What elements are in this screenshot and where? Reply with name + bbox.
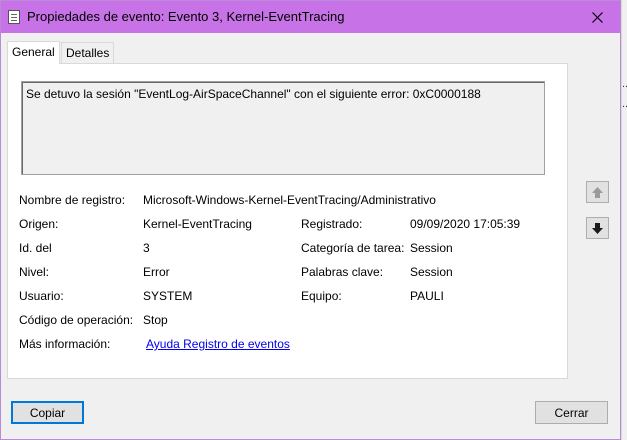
logged-value[interactable]: 09/09/2020 17:05:39 (410, 217, 520, 231)
source-value[interactable]: Kernel-EventTracing (143, 217, 252, 231)
opcode-label: Código de operación: (19, 313, 134, 327)
event-properties-dialog: Propiedades de evento: Evento 3, Kernel-… (0, 0, 621, 440)
level-label: Nivel: (19, 265, 50, 279)
next-event-button[interactable] (586, 217, 609, 239)
user-value[interactable]: SYSTEM (143, 289, 192, 303)
logged-label: Registrado: (301, 217, 363, 231)
event-document-icon (8, 10, 20, 24)
more-info-label: Más información: (19, 337, 111, 351)
task-category-label: Categoría de tarea: (301, 241, 405, 255)
background-window-edge (621, 0, 627, 440)
event-log-help-link[interactable]: Ayuda Registro de eventos (146, 337, 290, 351)
keywords-value[interactable]: Session (410, 265, 453, 279)
title-bar[interactable]: Propiedades de evento: Evento 3, Kernel-… (1, 1, 620, 33)
computer-value[interactable]: PAULI (410, 289, 444, 303)
event-id-value[interactable]: 3 (143, 241, 150, 255)
level-value[interactable]: Error (143, 265, 170, 279)
close-button[interactable] (574, 1, 620, 33)
event-message[interactable]: Se detuvo la sesión "EventLog-AirSpaceCh… (21, 81, 545, 175)
tab-details[interactable]: Detalles (61, 42, 115, 64)
event-id-label: Id. del (19, 241, 52, 255)
background-window-fragment: ... (622, 78, 627, 90)
arrow-up-icon (592, 186, 603, 198)
tab-general[interactable]: General (7, 41, 60, 64)
task-category-value[interactable]: Session (410, 241, 453, 255)
window-title: Propiedades de evento: Evento 3, Kernel-… (27, 9, 345, 24)
log-name-value[interactable]: Microsoft-Windows-Kernel-EventTracing/Ad… (143, 193, 436, 207)
general-panel: Se detuvo la sesión "EventLog-AirSpaceCh… (7, 63, 568, 379)
source-label: Origen: (19, 217, 59, 231)
computer-label: Equipo: (301, 289, 342, 303)
user-label: Usuario: (19, 289, 64, 303)
close-icon (591, 11, 603, 23)
arrow-down-icon (592, 222, 603, 234)
opcode-value[interactable]: Stop (143, 313, 168, 327)
copy-button[interactable]: Copiar (11, 401, 84, 424)
previous-event-button[interactable] (586, 181, 609, 203)
close-dialog-button[interactable]: Cerrar (535, 401, 608, 424)
keywords-label: Palabras clave: (301, 265, 384, 279)
background-window-fragment: ... (622, 98, 627, 110)
log-name-label: Nombre de registro: (19, 193, 126, 207)
